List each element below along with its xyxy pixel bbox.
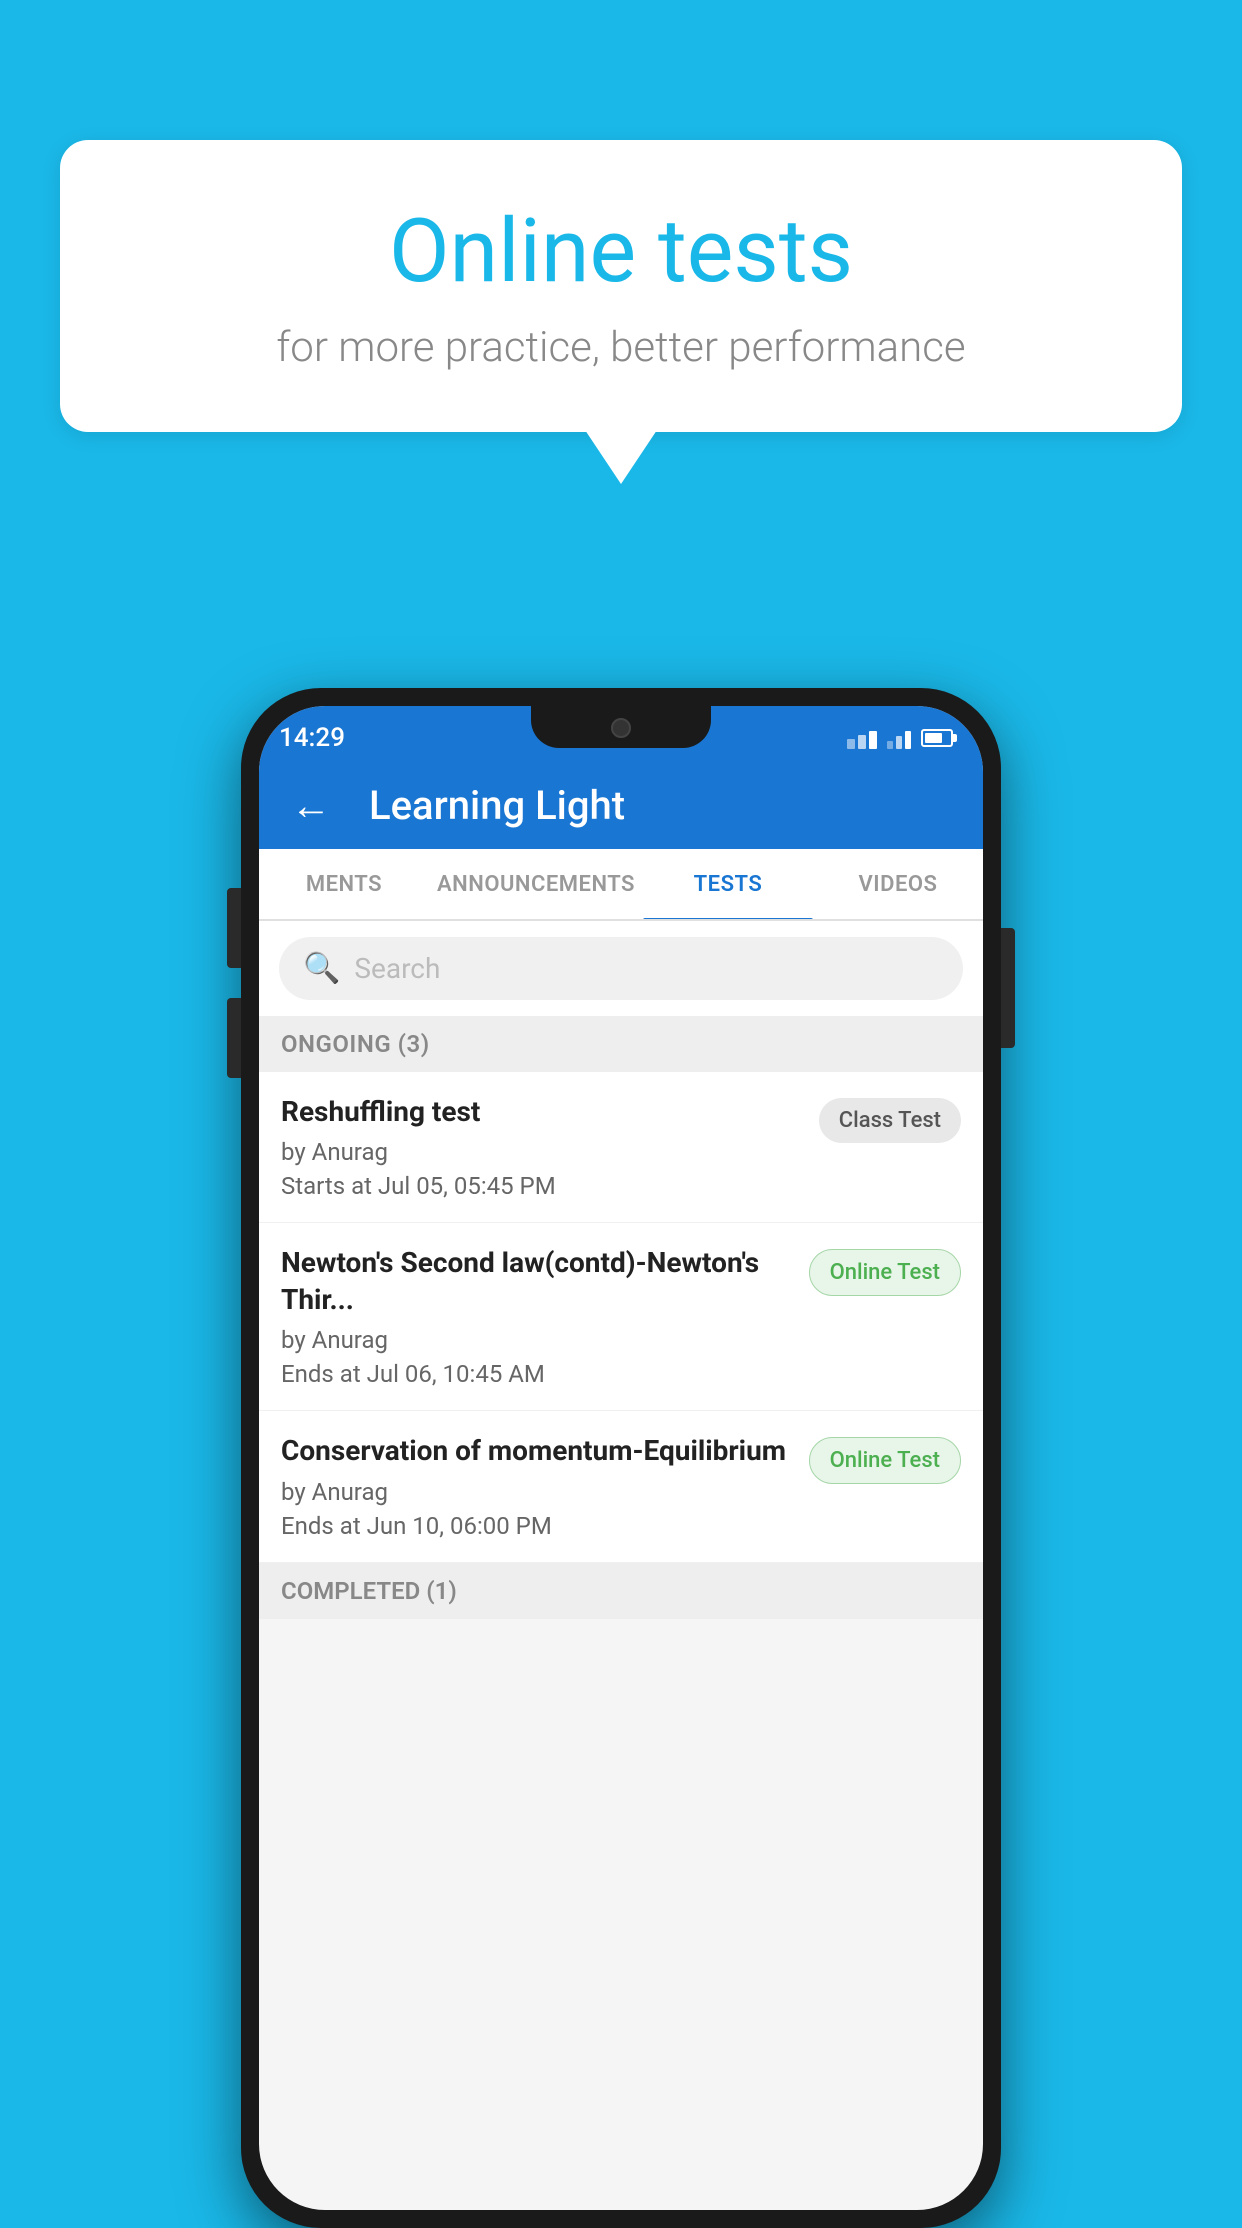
test-title-1: Reshuffling test [281, 1094, 799, 1130]
status-time: 14:29 [279, 723, 345, 753]
test-badge-1: Class Test [819, 1098, 961, 1143]
test-author-3: by Anurag [281, 1478, 789, 1506]
app-bar: ← Learning Light [259, 761, 983, 849]
app-bar-title: Learning Light [369, 782, 625, 829]
test-badge-3: Online Test [809, 1437, 961, 1484]
search-container: 🔍 Search [259, 921, 983, 1016]
test-list: Reshuffling test by Anurag Starts at Jul… [259, 1072, 983, 1563]
test-date-3: Ends at Jun 10, 06:00 PM [281, 1512, 789, 1540]
tab-videos[interactable]: VIDEOS [813, 849, 983, 919]
test-info-1: Reshuffling test by Anurag Starts at Jul… [281, 1094, 819, 1200]
speech-bubble: Online tests for more practice, better p… [60, 140, 1182, 432]
test-date-1: Starts at Jul 05, 05:45 PM [281, 1172, 799, 1200]
test-title-3: Conservation of momentum-Equilibrium [281, 1433, 789, 1469]
bubble-title: Online tests [140, 200, 1102, 303]
tab-tests[interactable]: TESTS [643, 849, 813, 919]
battery-icon [921, 729, 953, 747]
test-author-2: by Anurag [281, 1326, 789, 1354]
test-item[interactable]: Conservation of momentum-Equilibrium by … [259, 1411, 983, 1562]
tab-ments[interactable]: MENTS [259, 849, 429, 919]
back-button[interactable]: ← [283, 774, 339, 837]
search-placeholder: Search [354, 952, 440, 985]
volume-down-button [227, 998, 241, 1078]
test-badge-2: Online Test [809, 1249, 961, 1296]
completed-section-header: COMPLETED (1) [259, 1563, 983, 1619]
signal-icon [887, 727, 911, 749]
bubble-subtitle: for more practice, better performance [140, 323, 1102, 372]
volume-up-button [227, 888, 241, 968]
test-info-3: Conservation of momentum-Equilibrium by … [281, 1433, 809, 1539]
search-input-wrapper[interactable]: 🔍 Search [279, 937, 963, 1000]
phone-notch [531, 706, 711, 748]
test-info-2: Newton's Second law(contd)-Newton's Thir… [281, 1245, 809, 1388]
wifi-icon [847, 727, 877, 749]
status-icons [847, 727, 953, 749]
search-icon: 🔍 [303, 951, 340, 986]
battery-fill [925, 733, 942, 743]
front-camera [611, 718, 631, 738]
test-author-1: by Anurag [281, 1138, 799, 1166]
test-item[interactable]: Newton's Second law(contd)-Newton's Thir… [259, 1223, 983, 1411]
tabs-container: MENTS ANNOUNCEMENTS TESTS VIDEOS [259, 849, 983, 921]
test-date-2: Ends at Jul 06, 10:45 AM [281, 1360, 789, 1388]
phone-frame: 14:29 [241, 688, 1001, 2228]
power-button [1001, 928, 1015, 1048]
tab-announcements[interactable]: ANNOUNCEMENTS [429, 849, 643, 919]
test-item[interactable]: Reshuffling test by Anurag Starts at Jul… [259, 1072, 983, 1223]
ongoing-section-header: ONGOING (3) [259, 1016, 983, 1072]
speech-bubble-container: Online tests for more practice, better p… [60, 140, 1182, 432]
test-title-2: Newton's Second law(contd)-Newton's Thir… [281, 1245, 789, 1318]
phone-screen: 14:29 [259, 706, 983, 2210]
